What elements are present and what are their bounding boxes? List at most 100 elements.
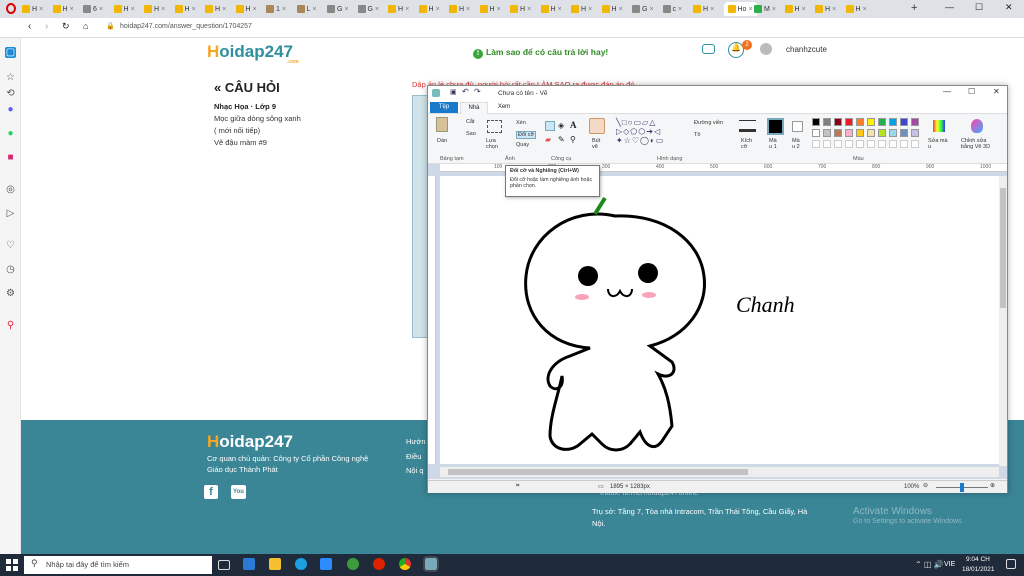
- paint-minimize-icon[interactable]: —: [943, 87, 951, 96]
- taskbar-search[interactable]: Nhập tại đây để tìm kiếm: [24, 556, 212, 574]
- workspace-icon[interactable]: ▢: [5, 47, 16, 58]
- outline-dropdown[interactable]: Đường viền: [694, 120, 723, 126]
- tab-close-icon[interactable]: ×: [131, 6, 135, 13]
- custom-swatch[interactable]: [845, 140, 853, 148]
- text-icon[interactable]: A: [570, 120, 577, 130]
- tab-close-icon[interactable]: ×: [192, 6, 196, 13]
- pencil-icon[interactable]: [545, 121, 555, 131]
- edit-colors-icon[interactable]: [933, 120, 945, 132]
- palette-swatch[interactable]: [845, 129, 853, 137]
- browser-tab[interactable]: H ×: [784, 2, 806, 16]
- browser-tab[interactable]: H ×: [388, 2, 409, 16]
- zoom-app-icon[interactable]: [320, 558, 332, 570]
- drawing-canvas[interactable]: Chanh: [440, 176, 1007, 464]
- paint3d-button[interactable]: Chỉnh sửa bằng Vẽ 3D: [961, 138, 997, 150]
- size-icon[interactable]: [739, 120, 756, 132]
- tab-file[interactable]: Tệp: [430, 102, 458, 113]
- custom-swatch[interactable]: [856, 140, 864, 148]
- browser-tab[interactable]: H ×: [479, 2, 501, 16]
- browser-tab[interactable]: M ×: [754, 2, 776, 16]
- messenger-icon[interactable]: ●: [5, 104, 16, 115]
- tab-close-icon[interactable]: ×: [466, 6, 470, 13]
- paint-taskbar-icon[interactable]: [423, 556, 439, 572]
- tray-icons[interactable]: ⌃ ◫ 🔊: [915, 560, 944, 569]
- palette-swatch[interactable]: [889, 118, 897, 126]
- paint3d-icon[interactable]: [971, 119, 983, 133]
- tab-close-icon[interactable]: ×: [710, 6, 714, 13]
- whatsapp-icon[interactable]: ●: [5, 128, 16, 139]
- palette-swatch[interactable]: [878, 118, 886, 126]
- paint-maximize-icon[interactable]: ☐: [968, 87, 975, 96]
- horizontal-scroll-thumb[interactable]: [448, 469, 748, 475]
- palette-swatch[interactable]: [867, 118, 875, 126]
- palette-swatch[interactable]: [834, 118, 842, 126]
- opera-logo-icon[interactable]: [6, 3, 16, 14]
- vertical-scrollbar[interactable]: [999, 176, 1007, 466]
- fill-icon[interactable]: ◈: [558, 121, 564, 130]
- browser-tab[interactable]: G ×: [357, 2, 379, 16]
- browser-tab[interactable]: H ×: [449, 2, 470, 16]
- edge-icon[interactable]: [295, 558, 307, 570]
- browser-tab[interactable]: H ×: [52, 2, 74, 16]
- crop-button[interactable]: Xén: [516, 120, 526, 126]
- tab-close-icon[interactable]: ×: [588, 6, 592, 13]
- zoom-in-icon[interactable]: ⊕: [990, 482, 995, 489]
- site-logo[interactable]: Hoidap247 .com: [207, 42, 299, 65]
- tab-close-icon[interactable]: ×: [619, 6, 623, 13]
- horizontal-scrollbar[interactable]: [440, 467, 999, 477]
- forward-icon[interactable]: ›: [45, 21, 48, 32]
- picker-icon[interactable]: ✎: [558, 135, 565, 144]
- color2-button[interactable]: Mà u 2: [792, 138, 804, 150]
- paint-close-icon[interactable]: ✕: [993, 87, 1000, 96]
- minimize-icon[interactable]: —: [945, 2, 954, 12]
- browser-tab[interactable]: H ×: [571, 2, 592, 16]
- tab-close-icon[interactable]: ×: [527, 6, 531, 13]
- chrome-icon[interactable]: [399, 558, 411, 570]
- tab-close-icon[interactable]: ×: [344, 6, 348, 13]
- reload-icon[interactable]: ↻: [62, 21, 70, 32]
- answer-tip-link[interactable]: ! Làm sao để có câu trả lời hay!: [473, 47, 608, 59]
- youtube-icon[interactable]: You: [231, 485, 246, 499]
- clock-time[interactable]: 9:04 CH: [966, 556, 990, 563]
- tab-home[interactable]: Nhà: [460, 102, 488, 114]
- custom-swatch[interactable]: [878, 140, 886, 148]
- back-icon[interactable]: ‹: [28, 21, 31, 32]
- tab-close-icon[interactable]: ×: [863, 6, 867, 13]
- palette-swatch[interactable]: [911, 118, 919, 126]
- rotate-button[interactable]: Quay: [516, 142, 529, 148]
- history-icon[interactable]: ⟲: [5, 88, 16, 99]
- palette-swatch[interactable]: [834, 129, 842, 137]
- browser-tab[interactable]: H ×: [418, 2, 440, 16]
- instagram-icon[interactable]: ■: [5, 152, 16, 163]
- tab-close-icon[interactable]: ×: [649, 6, 653, 13]
- tab-close-icon[interactable]: ×: [282, 6, 286, 13]
- browser-tab[interactable]: H ×: [144, 2, 165, 16]
- tab-close-icon[interactable]: ×: [70, 6, 74, 13]
- browser-tab[interactable]: H ×: [601, 2, 623, 16]
- maximize-icon[interactable]: ☐: [975, 2, 983, 13]
- size-button[interactable]: Kích cỡ: [741, 138, 755, 150]
- palette-swatch[interactable]: [878, 129, 886, 137]
- pin-icon[interactable]: ⚲: [5, 320, 16, 331]
- tab-close-icon[interactable]: ×: [99, 6, 103, 13]
- save-icon[interactable]: ▣: [450, 88, 457, 96]
- fill-dropdown[interactable]: Tô: [694, 132, 700, 138]
- question-subject[interactable]: Nhạc Họa · Lớp 9: [214, 102, 276, 111]
- tab-close-icon[interactable]: ×: [678, 6, 682, 13]
- paste-button[interactable]: Dán: [437, 138, 447, 144]
- home-icon[interactable]: ⌂: [83, 21, 88, 31]
- browser-tab[interactable]: c ×: [662, 2, 682, 16]
- tab-close-icon[interactable]: ×: [436, 6, 440, 13]
- tab-view[interactable]: Xem: [490, 102, 518, 113]
- custom-swatch[interactable]: [911, 140, 919, 148]
- palette-swatch[interactable]: [856, 129, 864, 137]
- settings-icon[interactable]: ⚙: [5, 288, 16, 299]
- palette-swatch[interactable]: [889, 129, 897, 137]
- coccoc-icon[interactable]: [347, 558, 359, 570]
- brush-icon[interactable]: [589, 118, 605, 134]
- copy-button[interactable]: Sao: [466, 131, 476, 137]
- browser-tab[interactable]: L ×: [296, 2, 317, 16]
- brush-button[interactable]: Bút vẽ: [592, 138, 604, 150]
- browser-tab[interactable]: H ×: [174, 2, 196, 16]
- tab-close-icon[interactable]: ×: [161, 6, 165, 13]
